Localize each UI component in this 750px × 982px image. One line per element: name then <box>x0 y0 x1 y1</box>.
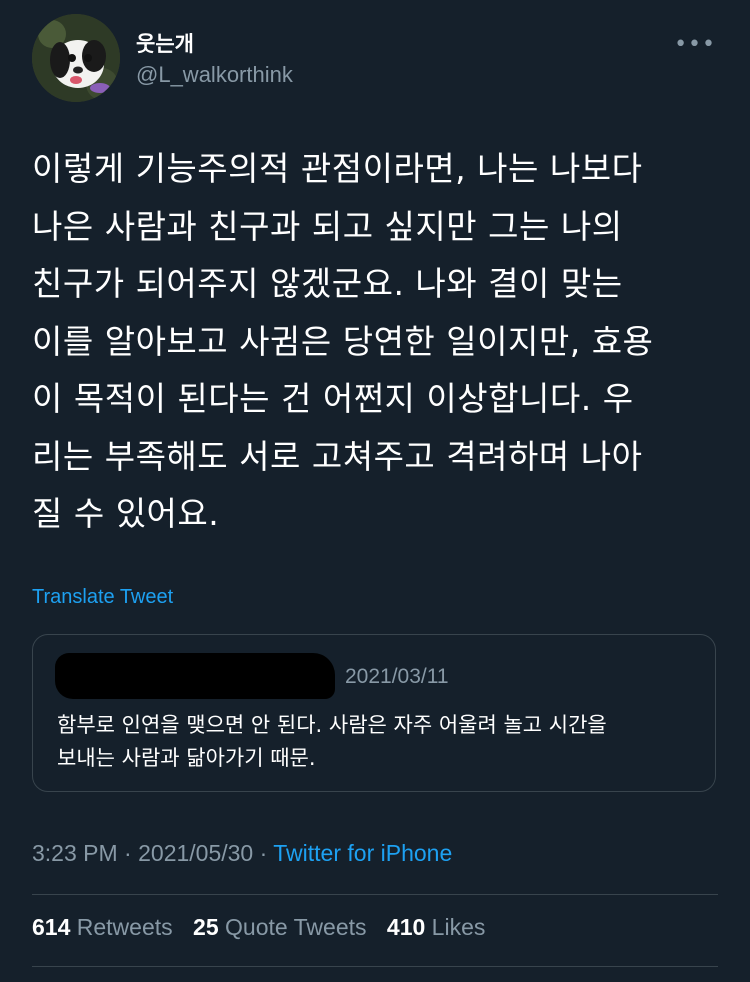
meta-separator: · <box>124 840 132 866</box>
quoted-tweet-text: 함부로 인연을 맺으면 안 된다. 사람은 자주 어울려 놀고 시간을 보내는 … <box>57 713 607 770</box>
redacted-author <box>55 653 335 699</box>
quote-tweets-count: 25 <box>193 914 219 940</box>
user-handle[interactable]: @L_walkorthink <box>136 62 293 88</box>
tweet-text: 이렇게 기능주의적 관점이라면, 나는 나보다 나은 사람과 친구과 되고 싶지… <box>32 149 654 533</box>
quote-tweets-label: Quote Tweets <box>225 914 367 940</box>
tweet-date: 2021/05/30 <box>138 840 254 866</box>
likes-stat[interactable]: 410 Likes <box>387 914 485 940</box>
divider <box>32 966 718 967</box>
retweets-count: 614 <box>32 914 71 940</box>
tweet-time: 3:23 PM <box>32 840 118 866</box>
tweet-source-link[interactable]: Twitter for iPhone <box>273 840 452 866</box>
retweets-label: Retweets <box>76 914 173 940</box>
more-options-icon[interactable]: ••• <box>674 32 716 57</box>
quoted-tweet[interactable]: 2021/03/11 함부로 인연을 맺으면 안 된다. 사람은 자주 어울려 … <box>32 634 716 792</box>
quoted-tweet-date: 2021/03/11 <box>345 665 449 688</box>
display-name[interactable]: 웃는개 <box>136 28 194 58</box>
tweet-header: 웃는개 @L_walkorthink ••• <box>32 14 718 104</box>
avatar[interactable] <box>32 14 120 102</box>
translate-tweet-link[interactable]: Translate Tweet <box>32 586 173 609</box>
meta-separator: · <box>259 840 268 866</box>
tweet-stats: 614 Retweets 25 Quote Tweets 410 Likes <box>32 914 499 941</box>
likes-label: Likes <box>431 914 486 940</box>
retweets-stat[interactable]: 614 Retweets <box>32 914 173 940</box>
dog-avatar-image <box>32 14 120 102</box>
tweet-meta: 3:23 PM · 2021/05/30 · Twitter for iPhon… <box>32 840 452 867</box>
likes-count: 410 <box>386 914 426 940</box>
divider <box>32 894 718 895</box>
quote-tweets-stat[interactable]: 25 Quote Tweets <box>193 914 366 940</box>
